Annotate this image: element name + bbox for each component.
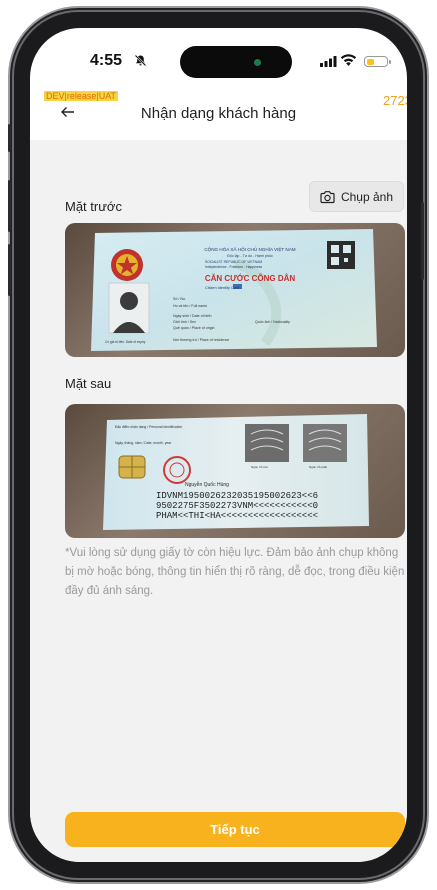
dynamic-island [180, 46, 292, 78]
card-dob-text: Ngày sinh / Date of birth [173, 314, 212, 318]
back-left-finger-text: Ngón trỏ trái [251, 465, 268, 469]
phone-screen: 4:55 DEV|release|UAT 27230 Nhận dạng khá… [30, 28, 407, 862]
back-features-text: Đặc điểm nhận dạng / Personal identifica… [115, 425, 182, 429]
card-title-text: CĂN CƯỚC CÔNG DÂN [205, 274, 296, 283]
environment-tag: DEV|release|UAT [44, 91, 119, 101]
mrz-line-1: IDVNM1950026232035195002623<<6 [156, 491, 318, 501]
camera-dot [254, 59, 261, 66]
back-id-card-image[interactable]: Đặc điểm nhận dạng / Personal identifica… [65, 404, 405, 538]
card-expiry-text: Có giá trị đến: Date of expiry [105, 340, 146, 344]
mrz-line-2: 9502275F3502273VNM<<<<<<<<<<<0 [156, 501, 318, 511]
battery-icon [364, 56, 388, 67]
card-title-en-text: Citizen Identity Card [205, 286, 239, 290]
instruction-note: *Vui lòng sử dụng giấy tờ còn hiệu lực. … [65, 547, 405, 597]
card-motto-en-text: Independence - Freedom - Happiness [205, 265, 262, 269]
bell-muted-icon [134, 54, 147, 67]
back-date-text: Ngày, tháng, năm / Date, month, year [115, 441, 172, 445]
camera-icon [320, 190, 335, 203]
battery-cap [389, 60, 391, 64]
card-name-text: Họ và tên / Full name [173, 304, 207, 308]
capture-button-label: Chụp ảnh [340, 189, 394, 204]
back-right-finger-text: Ngón trỏ phải [309, 465, 327, 469]
mrz-line-3: PHAM<<THI<HA<<<<<<<<<<<<<<<<<< [156, 511, 318, 521]
card-origin-text: Quê quán / Place of origin [173, 326, 215, 330]
card-country-text: CỘNG HÒA XÃ HỘI CHỦ NGHĨA VIỆT NAM [204, 245, 295, 252]
card-sex-text: Giới tính / Sex [173, 320, 196, 324]
back-signer-text: Nguyễn Quốc Hùng [185, 481, 229, 488]
card-residence-text: Nơi thường trú / Place of residence [173, 338, 229, 342]
card-no-text: Số / No. [173, 297, 186, 301]
page-title: Nhận dạng khách hàng [140, 105, 297, 122]
card-motto-text: Độc lập - Tự do - Hạnh phúc [227, 254, 273, 258]
status-bar: 4:55 [30, 28, 407, 88]
power-button [421, 202, 424, 280]
volume-up-button [8, 180, 11, 232]
volume-down-button [8, 244, 11, 296]
silent-switch [8, 124, 11, 152]
front-side-label: Mặt trước [65, 199, 122, 214]
card-country-en-text: SOCIALIST REPUBLIC OF VIETNAM [205, 260, 262, 264]
status-time: 4:55 [90, 52, 123, 69]
cellular-signal-icon [320, 56, 337, 67]
front-id-card-image[interactable]: CỘNG HÒA XÃ HỘI CHỦ NGHĨA VIỆT NAM Độc l… [65, 223, 405, 357]
wifi-icon [340, 54, 357, 66]
capture-button[interactable]: Chụp ảnh [309, 181, 404, 212]
back-side-label: Mặt sau [65, 376, 112, 391]
continue-button[interactable]: Tiếp tục [65, 812, 405, 847]
card-nationality-text: Quốc tịch / Nationality [255, 320, 290, 324]
